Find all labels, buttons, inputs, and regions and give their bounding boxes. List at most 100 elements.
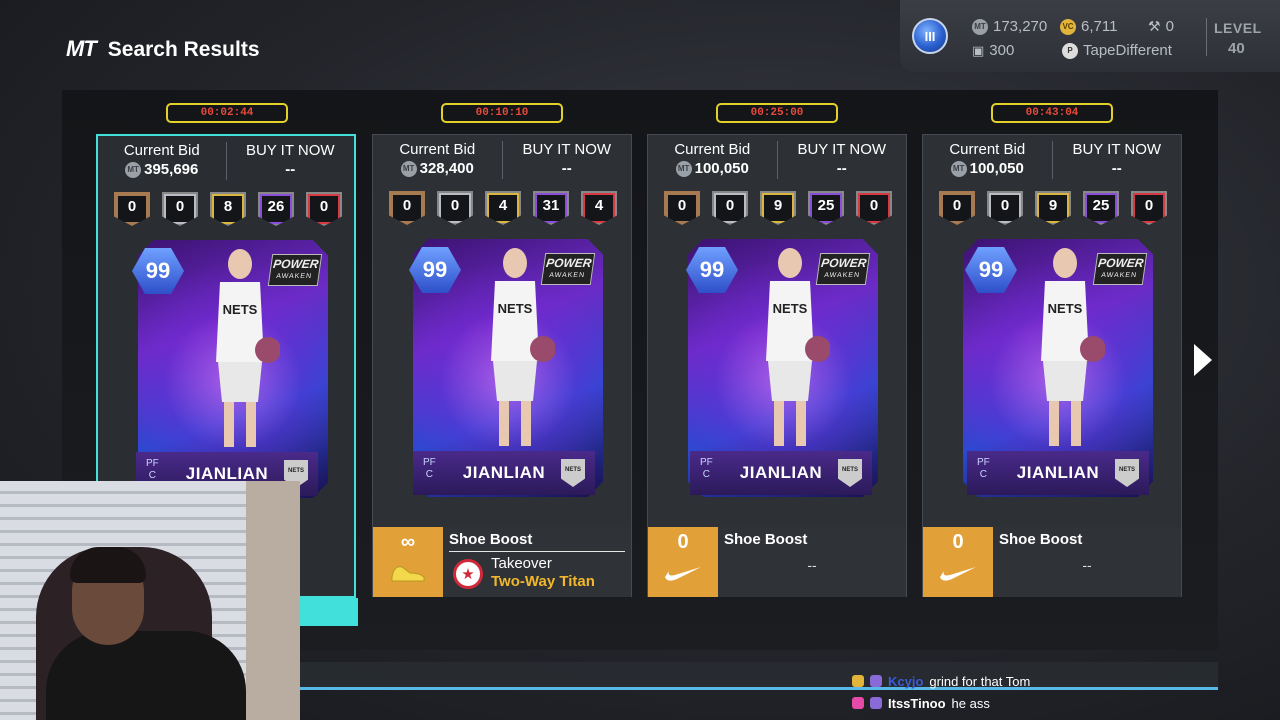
- level-label: LEVEL: [1214, 20, 1262, 36]
- current-bid-value: 395,696: [144, 161, 199, 178]
- token-icon: ▣: [972, 42, 985, 58]
- silver-badge-count: 0: [987, 191, 1023, 225]
- gamertag-value: TapeDifferent: [1083, 42, 1172, 59]
- current-bid-label: Current Bid: [674, 141, 751, 158]
- gold-badge-count: 9: [760, 191, 796, 225]
- gold-badge-count: 9: [1035, 191, 1071, 225]
- buy-it-now-value: --: [285, 161, 296, 178]
- silver-badge-count: 0: [437, 191, 473, 225]
- badge-counts: 0 0 9 25 0: [664, 191, 892, 225]
- hof-badge-count: 25: [1083, 191, 1119, 225]
- svg-text:NETS: NETS: [1048, 301, 1083, 316]
- bid-row: Current Bid MT 100,050 BUY IT NOW --: [648, 135, 906, 185]
- mt-logo: MT: [66, 36, 97, 61]
- player-position: PF C: [423, 457, 436, 480]
- bronze-badge-count: 0: [389, 191, 425, 225]
- legend-badge-count: 0: [856, 191, 892, 225]
- next-arrow-icon[interactable]: [1194, 344, 1212, 376]
- hof-badge-count: 31: [533, 191, 569, 225]
- card-tier-sub: AWAKEN: [823, 272, 861, 279]
- player-name-bar: PF C JIANLIAN NETS: [967, 451, 1149, 495]
- auction-listing[interactable]: Current Bid MT 100,050 BUY IT NOW -- 0 0 …: [922, 134, 1182, 597]
- current-bid-label: Current Bid: [399, 141, 476, 158]
- chat-text: he ass: [951, 695, 990, 711]
- auction-timer: 00:25:00: [716, 103, 838, 123]
- current-bid-value: 100,050: [694, 160, 749, 177]
- webcam-hair: [70, 547, 146, 583]
- shoe-boost-title: Shoe Boost: [724, 531, 808, 548]
- badge-counts: 0 0 9 25 0: [939, 191, 1167, 225]
- player-hud: III MT 173,270 VC 6,711 ⚒ 0 ▣ 300 P Tape…: [900, 0, 1280, 72]
- buy-it-now-value: --: [561, 160, 572, 177]
- player-image: NETS: [1041, 248, 1105, 446]
- infinity-icon: ∞: [400, 531, 416, 553]
- badge-counts: 0 0 4 31 4: [389, 191, 617, 225]
- auction-timer: 00:10:10: [441, 103, 563, 123]
- player-position: PF C: [700, 457, 713, 480]
- hof-badge-count: 26: [258, 192, 294, 226]
- selected-listing-indicator: [297, 598, 358, 626]
- chat-badge-icon: [852, 697, 864, 709]
- shoe-boost-row: ∞ Shoe Boost ★ Takeover Two-Way Titan: [373, 527, 631, 597]
- current-bid-value: 100,050: [969, 160, 1024, 177]
- shoe-boost-tile: 0: [648, 527, 718, 597]
- chat-username: Kcyjo: [888, 673, 924, 689]
- takeover-label: Takeover: [491, 555, 552, 572]
- mt-coin-icon: MT: [972, 18, 988, 35]
- mt-coin-icon: MT: [950, 160, 967, 177]
- shoe-boost-empty: --: [807, 557, 817, 573]
- player-position: PF C: [977, 457, 990, 480]
- card-tier-tag: POWER AWAKEN: [815, 253, 871, 285]
- level-value: 40: [1228, 40, 1245, 57]
- token-balance-value: 300: [989, 42, 1015, 59]
- webcam-wall: [246, 481, 300, 720]
- buy-it-now-label: BUY IT NOW: [797, 141, 887, 158]
- page-title: Search Results: [107, 38, 260, 61]
- mt-coin-icon: MT: [675, 160, 692, 177]
- gavel-icon: ⚒: [1148, 18, 1161, 34]
- player-name-bar: PF C JIANLIAN NETS: [413, 451, 595, 495]
- webcam-body: [46, 631, 246, 720]
- shoe-boost-value: 0: [952, 531, 964, 553]
- mt-coin-icon: MT: [125, 161, 142, 178]
- chat-badge-icon: [870, 697, 882, 709]
- sneaker-icon: [391, 566, 425, 582]
- silver-badge-count: 0: [162, 192, 198, 226]
- mt-balance: MT 173,270: [972, 18, 1047, 35]
- chat-text: grind for that Tom: [929, 673, 1031, 689]
- svg-text:NETS: NETS: [498, 301, 533, 316]
- nike-swoosh-icon: [665, 567, 701, 581]
- token-balance: ▣ 300: [972, 42, 1014, 59]
- current-bid-label: Current Bid: [949, 141, 1026, 158]
- gamertag: P TapeDifferent: [1062, 42, 1172, 59]
- card-tier-sub: AWAKEN: [1100, 272, 1138, 279]
- legend-badge-count: 0: [306, 192, 342, 226]
- auction-listing[interactable]: Current Bid MT 328,400 BUY IT NOW -- 0 0 …: [372, 134, 632, 597]
- shoe-boost-row: 0 Shoe Boost --: [923, 527, 1181, 597]
- auction-listing[interactable]: Current Bid MT 100,050 BUY IT NOW -- 0 0 …: [647, 134, 907, 597]
- gavel-count: ⚒ 0: [1148, 18, 1174, 35]
- card-tier-tag: POWER AWAKEN: [267, 254, 323, 286]
- chat-username: ItssTinoo: [888, 695, 946, 711]
- player-position: PF C: [146, 458, 159, 481]
- shoe-boost-title: Shoe Boost: [449, 531, 533, 548]
- bid-row: Current Bid MT 100,050 BUY IT NOW --: [923, 135, 1181, 185]
- buy-it-now-value: --: [836, 160, 847, 177]
- stream-chat: Kcyjo grind for that Tom ItssTinoo he as…: [852, 670, 1272, 714]
- bronze-badge-count: 0: [939, 191, 975, 225]
- legend-badge-count: 4: [581, 191, 617, 225]
- buy-it-now-label: BUY IT NOW: [522, 141, 612, 158]
- card-tier-tag: POWER AWAKEN: [1092, 253, 1148, 285]
- svg-text:NETS: NETS: [773, 301, 808, 316]
- rank-badge-icon[interactable]: III: [912, 18, 948, 54]
- buy-it-now-value: --: [1111, 160, 1122, 177]
- shoe-boost-row: 0 Shoe Boost --: [648, 527, 906, 597]
- chat-badge-icon: [852, 675, 864, 687]
- buy-it-now-label: BUY IT NOW: [245, 142, 335, 159]
- current-bid-value: 328,400: [419, 160, 474, 177]
- hud-divider: [1206, 18, 1207, 56]
- vc-balance-value: 6,711: [1081, 18, 1118, 35]
- shoe-boost-tile: 0: [923, 527, 993, 597]
- card-tier-label: POWER: [820, 256, 868, 270]
- shoe-boost-value: 0: [677, 531, 689, 553]
